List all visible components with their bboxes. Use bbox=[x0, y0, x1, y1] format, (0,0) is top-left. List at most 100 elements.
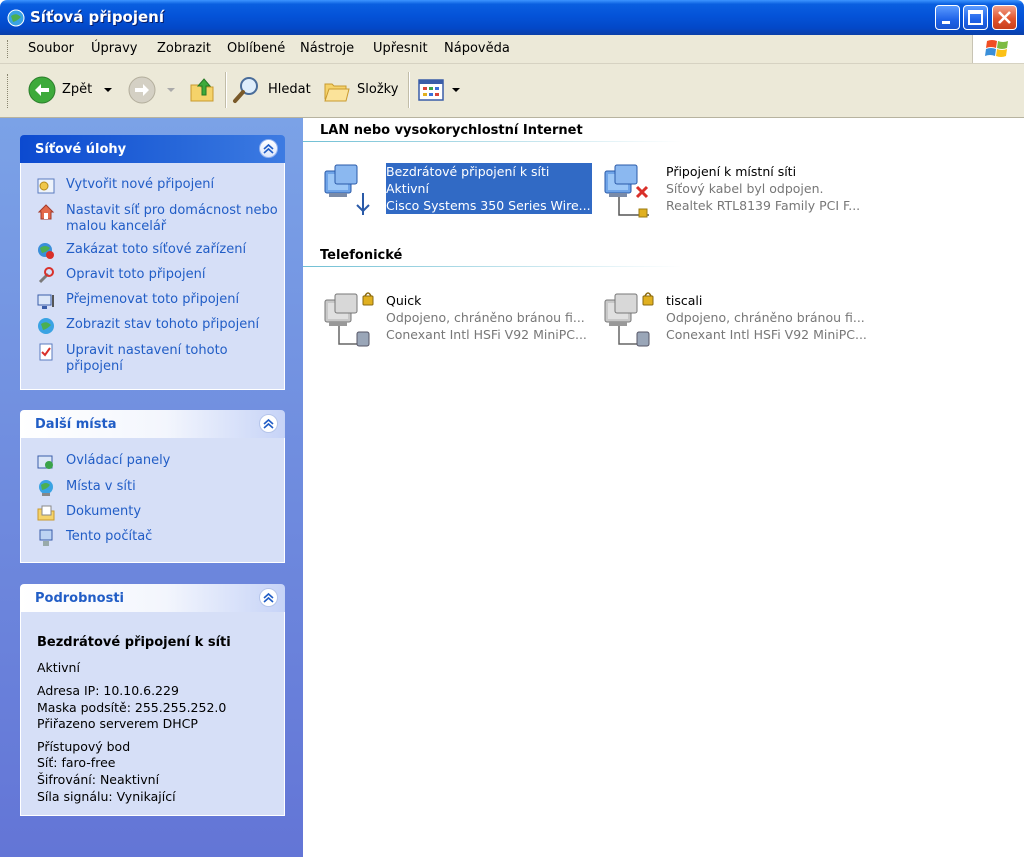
details-signal: Síla signálu: Vynikající bbox=[37, 789, 176, 804]
explorer-window: Síťová připojení Soubor Úpravy Zobrazit … bbox=[0, 0, 1024, 857]
menu-tools[interactable]: Nástroje bbox=[300, 41, 354, 56]
details-status: Aktivní bbox=[37, 660, 80, 675]
folders-label: Složky bbox=[357, 82, 399, 97]
up-folder-icon bbox=[190, 78, 214, 102]
group-divider bbox=[303, 141, 683, 142]
menu-file[interactable]: Soubor bbox=[28, 41, 74, 56]
task-pane: Síťové úlohy Vytvořit nové připojení Nas… bbox=[0, 118, 303, 857]
forward-dropdown-icon[interactable] bbox=[167, 88, 175, 92]
task-label: Přejmenovat toto připojení bbox=[66, 292, 240, 307]
group-header-dialup: Telefonické bbox=[320, 248, 403, 263]
close-button[interactable] bbox=[992, 5, 1017, 30]
repair-icon bbox=[38, 267, 54, 284]
connection-status: Síťový kabel byl odpojen. bbox=[666, 181, 824, 196]
details-ssid: Síť: faro-free bbox=[37, 755, 116, 770]
back-arrow-icon bbox=[28, 76, 56, 104]
toolbar-separator bbox=[225, 72, 227, 108]
group-divider bbox=[303, 266, 683, 267]
dialup-locked-icon bbox=[604, 292, 654, 347]
toolbar-grip[interactable] bbox=[7, 74, 11, 108]
documents-icon bbox=[37, 505, 55, 521]
minimize-icon bbox=[942, 21, 950, 24]
home-network-icon bbox=[37, 204, 55, 220]
views-button[interactable] bbox=[416, 75, 464, 105]
minimize-button[interactable] bbox=[935, 5, 960, 30]
connection-device: Conexant Intl HSFi V92 MiniPC... bbox=[386, 327, 587, 342]
menu-favorites[interactable]: Oblíbené bbox=[227, 41, 285, 56]
connection-quick[interactable]: Quick Odpojeno, chráněno bránou fi... Co… bbox=[303, 292, 587, 348]
panel-title: Další místa bbox=[35, 417, 117, 432]
network-tasks-panel: Síťové úlohy Vytvořit nové připojení Nas… bbox=[20, 135, 285, 390]
disable-device-icon bbox=[38, 243, 54, 259]
wireless-connection-icon bbox=[324, 164, 370, 215]
close-icon bbox=[998, 11, 1011, 24]
details-ip: Adresa IP: 10.10.6.229 bbox=[37, 683, 179, 698]
rename-icon bbox=[37, 294, 54, 309]
menu-edit[interactable]: Úpravy bbox=[91, 41, 137, 56]
collapse-chevron-icon[interactable] bbox=[259, 588, 278, 607]
up-button[interactable] bbox=[187, 75, 219, 105]
status-icon bbox=[38, 318, 54, 334]
title-bar[interactable]: Síťová připojení bbox=[0, 0, 1024, 35]
search-button[interactable]: Hledat bbox=[231, 75, 313, 105]
other-places-body: Ovládací panely Místa v síti Dokumenty T… bbox=[20, 438, 285, 563]
control-panel-icon bbox=[37, 455, 53, 469]
details-access-point: Přístupový bod bbox=[37, 739, 131, 754]
connection-name: Připojení k místní síti bbox=[666, 164, 797, 179]
connections-list: LAN nebo vysokorychlostní Internet Bezdr… bbox=[303, 118, 1024, 857]
details-dhcp: Přiřazeno serverem DHCP bbox=[37, 716, 198, 731]
place-label: Místa v síti bbox=[66, 479, 136, 494]
connection-text: Bezdrátové připojení k síti Aktivní Cisc… bbox=[385, 162, 593, 215]
views-dropdown-icon[interactable] bbox=[452, 88, 460, 92]
connection-wireless[interactable]: Bezdrátové připojení k síti Aktivní Cisc… bbox=[303, 162, 593, 219]
connection-local-area[interactable]: Připojení k místní síti Síťový kabel byl… bbox=[583, 163, 860, 219]
network-tasks-header[interactable]: Síťové úlohy bbox=[20, 135, 285, 163]
back-button[interactable]: Zpět bbox=[25, 75, 115, 105]
task-label: Zakázat toto síťové zařízení bbox=[66, 242, 247, 257]
other-places-header[interactable]: Další místa bbox=[20, 410, 285, 438]
folders-button[interactable]: Složky bbox=[321, 75, 401, 105]
task-label: Upravit nastavení tohoto připojení bbox=[66, 343, 228, 374]
panel-title: Podrobnosti bbox=[35, 591, 125, 606]
panel-title: Síťové úlohy bbox=[35, 142, 127, 157]
connection-text: Připojení k místní síti Síťový kabel byl… bbox=[666, 163, 872, 214]
network-tasks-body: Vytvořit nové připojení Nastavit síť pro… bbox=[20, 163, 285, 390]
maximize-icon bbox=[968, 10, 983, 25]
connection-status: Odpojeno, chráněno bránou fi... bbox=[386, 310, 585, 325]
place-label: Dokumenty bbox=[66, 504, 142, 519]
network-connections-icon bbox=[7, 9, 25, 27]
new-connection-icon bbox=[37, 178, 55, 194]
connection-device: Cisco Systems 350 Series Wire... bbox=[386, 198, 591, 213]
place-label: Tento počítač bbox=[66, 529, 153, 544]
place-label: Ovládací panely bbox=[66, 453, 171, 468]
connection-name: Bezdrátové připojení k síti bbox=[386, 164, 550, 179]
windows-flag-icon bbox=[985, 40, 1008, 57]
maximize-button[interactable] bbox=[963, 5, 988, 30]
back-dropdown-icon[interactable] bbox=[104, 88, 112, 92]
network-places-icon bbox=[39, 480, 53, 496]
task-label: Zobrazit stav tohoto připojení bbox=[66, 317, 260, 332]
connection-device: Conexant Intl HSFi V92 MiniPC... bbox=[666, 327, 867, 342]
menu-bar: Soubor Úpravy Zobrazit Oblíbené Nástroje… bbox=[0, 35, 1024, 64]
connection-name: tiscali bbox=[666, 293, 703, 308]
folders-icon bbox=[324, 83, 350, 102]
connection-status: Odpojeno, chráněno bránou fi... bbox=[666, 310, 865, 325]
task-label: Vytvořit nové připojení bbox=[66, 177, 215, 192]
settings-icon bbox=[39, 343, 53, 361]
forward-button[interactable] bbox=[126, 75, 178, 105]
collapse-chevron-icon[interactable] bbox=[259, 414, 278, 433]
task-label: Nastavit síť pro domácnost nebo malou ka… bbox=[66, 203, 278, 234]
collapse-chevron-icon[interactable] bbox=[259, 139, 278, 158]
menu-help[interactable]: Nápověda bbox=[444, 41, 510, 56]
back-label: Zpět bbox=[62, 82, 93, 97]
details-body: Bezdrátové připojení k síti Aktivní Adre… bbox=[20, 612, 285, 816]
details-header[interactable]: Podrobnosti bbox=[20, 584, 285, 612]
dialup-locked-icon bbox=[324, 292, 374, 347]
menu-grip[interactable] bbox=[7, 40, 11, 58]
menu-advanced[interactable]: Upřesnit bbox=[373, 41, 428, 56]
views-icon bbox=[418, 79, 444, 101]
group-header-lan: LAN nebo vysokorychlostní Internet bbox=[320, 123, 583, 138]
window-title: Síťová připojení bbox=[30, 8, 164, 26]
menu-view[interactable]: Zobrazit bbox=[157, 41, 211, 56]
connection-tiscali[interactable]: tiscali Odpojeno, chráněno bránou fi... … bbox=[583, 292, 867, 348]
